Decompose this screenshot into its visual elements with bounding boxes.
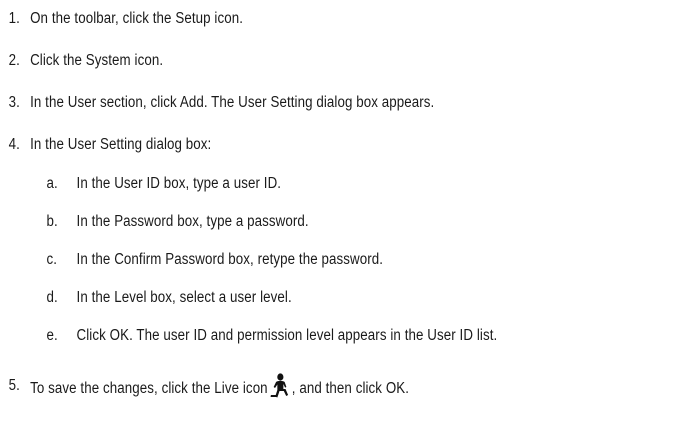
substep-text: In the User ID box, type a user ID. [76, 175, 282, 192]
step-text: Click the System icon. [30, 52, 164, 69]
step-number: 3. [8, 94, 20, 111]
step-number: 1. [8, 10, 20, 27]
step-text: In the User section, click Add. The User… [30, 94, 435, 111]
substep-letter: d. [46, 289, 58, 306]
substep-text: In the Confirm Password box, retype the … [76, 251, 384, 268]
substep-letter: c. [46, 251, 57, 268]
substep-letter: e. [46, 327, 58, 344]
instruction-steps: 1. On the toolbar, click the Setup icon.… [0, 0, 696, 445]
live-icon [270, 373, 289, 399]
step-number: 4. [8, 136, 20, 153]
step-text: On the toolbar, click the Setup icon. [30, 10, 243, 27]
substep-text: In the Password box, type a password. [76, 213, 309, 230]
step-text: To save the changes, click the Live icon… [30, 373, 410, 402]
step-text: In the User Setting dialog box: [30, 136, 212, 153]
substep-text: In the Level box, select a user level. [76, 289, 292, 306]
substep-letter: a. [46, 175, 58, 192]
step-number: 5. [8, 377, 20, 394]
step-text-after: , and then click OK. [291, 380, 410, 398]
substep-text: Click OK. The user ID and permission lev… [76, 327, 498, 344]
substep-letter: b. [46, 213, 58, 230]
step-text-before: To save the changes, click the Live icon [30, 380, 268, 398]
step-number: 2. [8, 52, 20, 69]
